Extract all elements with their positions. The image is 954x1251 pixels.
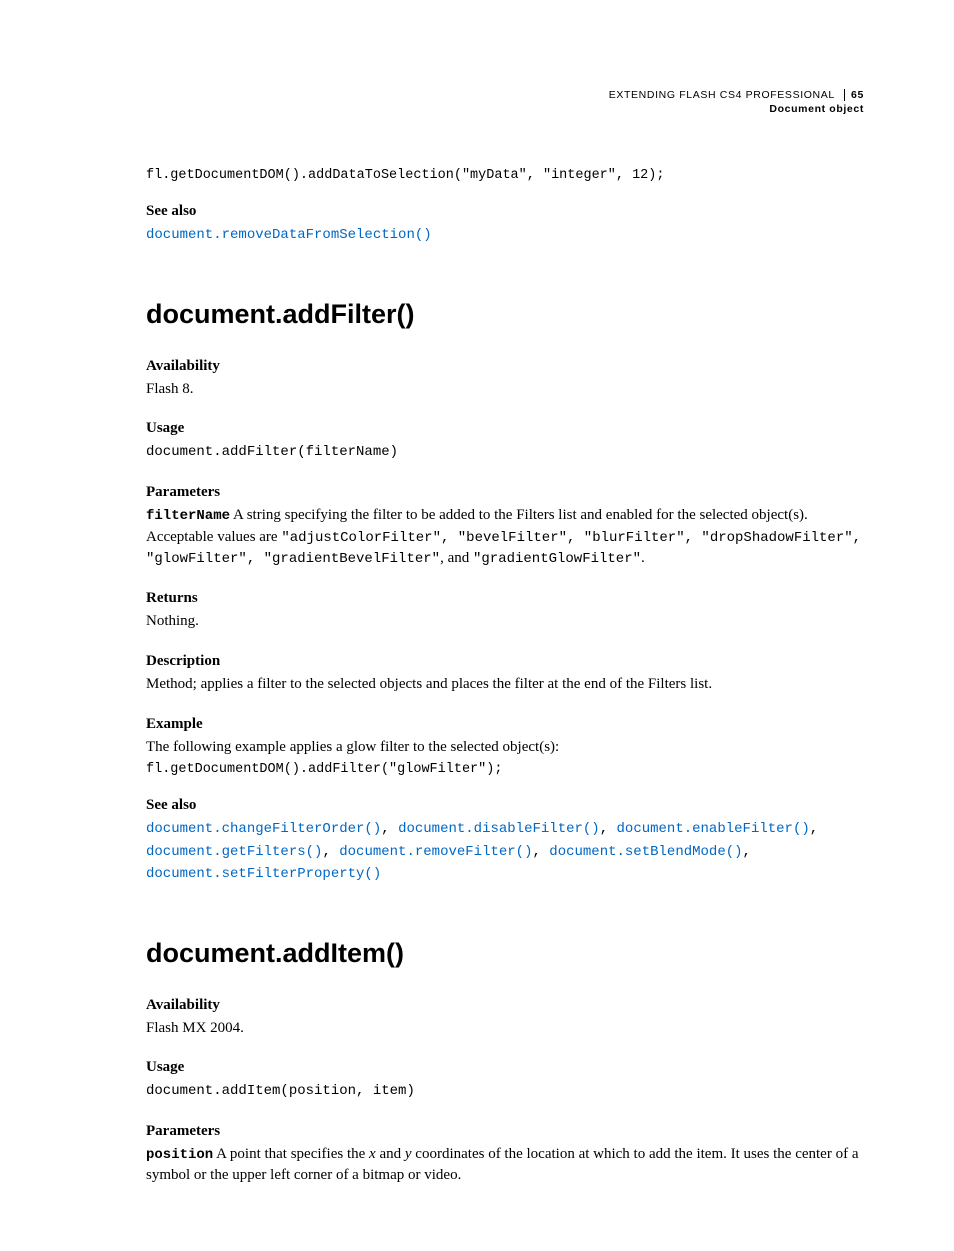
link-docsetFilterProperty[interactable]: document.setFilterProperty()	[146, 866, 381, 882]
book-title: EXTENDING FLASH CS4 PROFESSIONAL	[609, 89, 835, 101]
link-docenableFilter[interactable]: document.enableFilter()	[617, 821, 810, 837]
code-block-top: fl.getDocumentDOM().addDataToSelection("…	[146, 168, 864, 183]
param-name-filterName: filterName	[146, 508, 230, 524]
link-docchangeFilterOrder[interactable]: document.changeFilterOrder()	[146, 821, 381, 837]
param-name-position: position	[146, 1147, 213, 1163]
page: EXTENDING FLASH CS4 PROFESSIONAL 65 Docu…	[0, 0, 954, 1251]
link-docdisableFilter[interactable]: document.disableFilter()	[398, 821, 600, 837]
example-text: The following example applies a glow fil…	[146, 737, 864, 759]
usage-code: document.addFilter(filterName)	[146, 441, 864, 463]
availability-text: Flash 8.	[146, 379, 864, 401]
parameters-heading-2: Parameters	[146, 1123, 864, 1140]
page-number: 65	[844, 89, 864, 101]
description-heading: Description	[146, 653, 864, 670]
link-docremoveFilter[interactable]: document.removeFilter()	[339, 844, 532, 860]
see-also-links: document.changeFilterOrder(), document.d…	[146, 818, 864, 885]
usage-code-2: document.addItem(position, item)	[146, 1080, 864, 1102]
usage-heading: Usage	[146, 420, 864, 437]
returns-heading: Returns	[146, 590, 864, 607]
chapter-title: Document object	[146, 102, 864, 116]
method-title-addItem: document.addItem()	[146, 938, 864, 969]
see-also-heading: See also	[146, 203, 864, 220]
availability-text-2: Flash MX 2004.	[146, 1018, 864, 1040]
usage-heading-2: Usage	[146, 1059, 864, 1076]
availability-heading-2: Availability	[146, 997, 864, 1014]
see-also-links-block: document.removeDataFromSelection()	[146, 224, 864, 246]
link-docsetBlendMode[interactable]: document.setBlendMode()	[549, 844, 742, 860]
method-title-addFilter: document.addFilter()	[146, 299, 864, 330]
returns-text: Nothing.	[146, 611, 864, 633]
running-header: EXTENDING FLASH CS4 PROFESSIONAL 65 Docu…	[146, 88, 864, 116]
availability-heading: Availability	[146, 358, 864, 375]
link-removeDataFromSelection[interactable]: document.removeDataFromSelection()	[146, 227, 432, 243]
example-code: fl.getDocumentDOM().addFilter("glowFilte…	[146, 762, 864, 777]
parameter-position: position A point that specifies the x an…	[146, 1144, 864, 1188]
example-heading: Example	[146, 716, 864, 733]
description-text: Method; applies a filter to the selected…	[146, 674, 864, 696]
parameter-filterName: filterName A string specifying the filte…	[146, 505, 864, 570]
see-also-heading-2: See also	[146, 797, 864, 814]
parameters-heading: Parameters	[146, 484, 864, 501]
link-docgetFilters[interactable]: document.getFilters()	[146, 844, 322, 860]
